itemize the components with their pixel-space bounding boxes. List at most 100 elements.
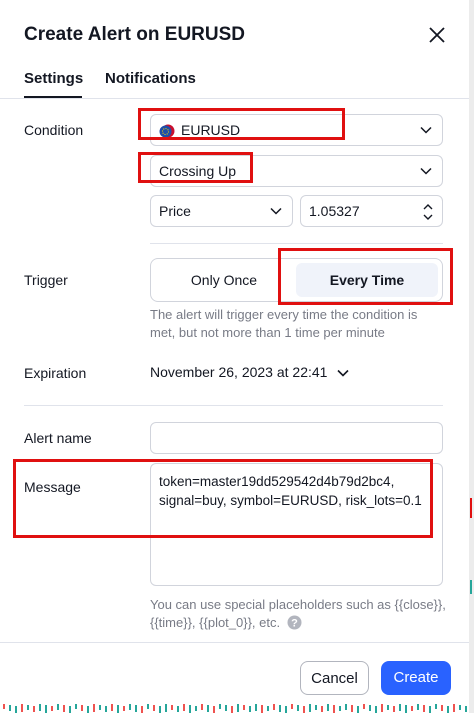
stepper-icon[interactable] (422, 201, 434, 223)
chart-candle (177, 706, 179, 712)
chart-candle (165, 704, 167, 712)
create-alert-dialog: Create Alert on EURUSD Settings Notifica… (0, 0, 469, 713)
chart-candle (81, 705, 83, 711)
create-button[interactable]: Create (381, 661, 451, 695)
chart-candle (201, 704, 203, 710)
trigger-only-once[interactable]: Only Once (155, 263, 293, 297)
chart-candle (159, 706, 161, 713)
chart-candle (429, 706, 431, 713)
chart-candle (57, 704, 59, 710)
chart-candle (405, 705, 407, 713)
chart-candle (273, 704, 275, 710)
chart-candle (470, 580, 472, 594)
eurusd-flag-icon (159, 123, 175, 139)
chart-candle (147, 704, 149, 709)
value-stepper[interactable]: 1.05327 (300, 195, 443, 227)
operator-select[interactable]: Crossing Up (150, 155, 443, 187)
tab-settings[interactable]: Settings (24, 70, 83, 87)
chart-candle (129, 704, 131, 710)
chart-candle (393, 706, 395, 712)
message-text: token=master19dd529542d4b79d2bc4, signal… (159, 472, 422, 510)
chart-candle (9, 705, 11, 711)
chart-candle (297, 705, 299, 711)
chart-candle (351, 705, 353, 712)
svg-text:?: ? (291, 618, 298, 630)
chart-candle (243, 705, 245, 710)
chart-candle (195, 706, 197, 711)
chevron-down-icon (337, 370, 349, 377)
chart-candle (183, 704, 185, 711)
trigger-hint-line: The alert will trigger every time the co… (150, 307, 418, 322)
chart-candle (375, 706, 377, 713)
chart-candle (423, 705, 425, 712)
chart-candle (15, 706, 17, 713)
chart-candle (315, 705, 317, 710)
source-select[interactable]: Price (150, 195, 293, 227)
chevron-down-icon (420, 126, 432, 134)
trigger-segmented-control: Only Once Every Time (150, 258, 443, 302)
message-line: signal=buy, symbol=EURUSD, risk_lots=0.1 (159, 493, 422, 508)
trigger-hint: The alert will trigger every time the co… (150, 306, 417, 342)
chart-candle (369, 705, 371, 711)
source-value: Price (159, 203, 191, 219)
expiration-picker[interactable]: November 26, 2023 at 22:41 (150, 364, 349, 380)
chart-candle (303, 706, 305, 713)
background-chart-candles (3, 704, 467, 713)
chart-candle (291, 704, 293, 709)
chart-candle (327, 704, 329, 711)
help-icon[interactable]: ? (287, 615, 302, 630)
chart-candle (51, 706, 53, 711)
chart-candle (231, 706, 233, 713)
trigger-label: Trigger (24, 272, 68, 288)
message-line: token=master19dd529542d4b79d2bc4, (159, 474, 395, 489)
chart-candle (411, 706, 413, 711)
background-chart-strip (469, 0, 474, 713)
chart-candle (69, 706, 71, 713)
chart-candle (465, 706, 467, 712)
chart-candle (399, 704, 401, 711)
chart-candle (135, 705, 137, 712)
chart-candle (267, 706, 269, 711)
value-input-text: 1.05327 (309, 203, 360, 219)
chart-candle (447, 706, 449, 713)
alert-name-input[interactable] (150, 422, 443, 454)
chart-candle (153, 705, 155, 711)
chart-candle (363, 704, 365, 709)
operator-value: Crossing Up (159, 163, 237, 179)
chart-candle (441, 705, 443, 711)
symbol-select[interactable]: EURUSD (150, 114, 443, 146)
chart-candle (249, 706, 251, 712)
close-icon[interactable] (424, 22, 450, 48)
chart-candle (207, 705, 209, 712)
chart-candle (285, 706, 287, 713)
cancel-button[interactable]: Cancel (300, 661, 369, 695)
message-label: Message (24, 479, 81, 495)
chart-candle (75, 704, 77, 709)
chart-candle (237, 704, 239, 712)
chart-candle (357, 706, 359, 713)
chart-candle (381, 704, 383, 712)
chart-candle (111, 704, 113, 711)
chevron-down-icon (420, 167, 432, 175)
expiration-label: Expiration (24, 365, 87, 381)
trigger-every-time[interactable]: Every Time (296, 263, 438, 297)
chart-candle (345, 704, 347, 710)
symbol-value: EURUSD (181, 122, 241, 138)
dialog-title: Create Alert on EURUSD (24, 24, 246, 45)
chart-candle (171, 705, 173, 710)
chart-candle (219, 704, 221, 709)
chart-candle (63, 705, 65, 712)
chart-candle (117, 705, 119, 713)
chart-candle (45, 705, 47, 713)
chart-candle (141, 706, 143, 713)
tabs-divider (0, 98, 469, 99)
message-textarea[interactable]: token=master19dd529542d4b79d2bc4, signal… (150, 463, 443, 586)
message-hint-line: {{time}}, {{plot_0}}, etc. ? (150, 614, 446, 632)
chart-candle (435, 704, 437, 709)
alert-name-label: Alert name (24, 430, 92, 446)
chart-candle (387, 705, 389, 710)
tab-notifications[interactable]: Notifications (105, 70, 196, 87)
chart-candle (459, 705, 461, 710)
chevron-down-icon (270, 207, 282, 215)
trigger-hint-line: met, but not more than 1 time per minute (150, 325, 385, 340)
